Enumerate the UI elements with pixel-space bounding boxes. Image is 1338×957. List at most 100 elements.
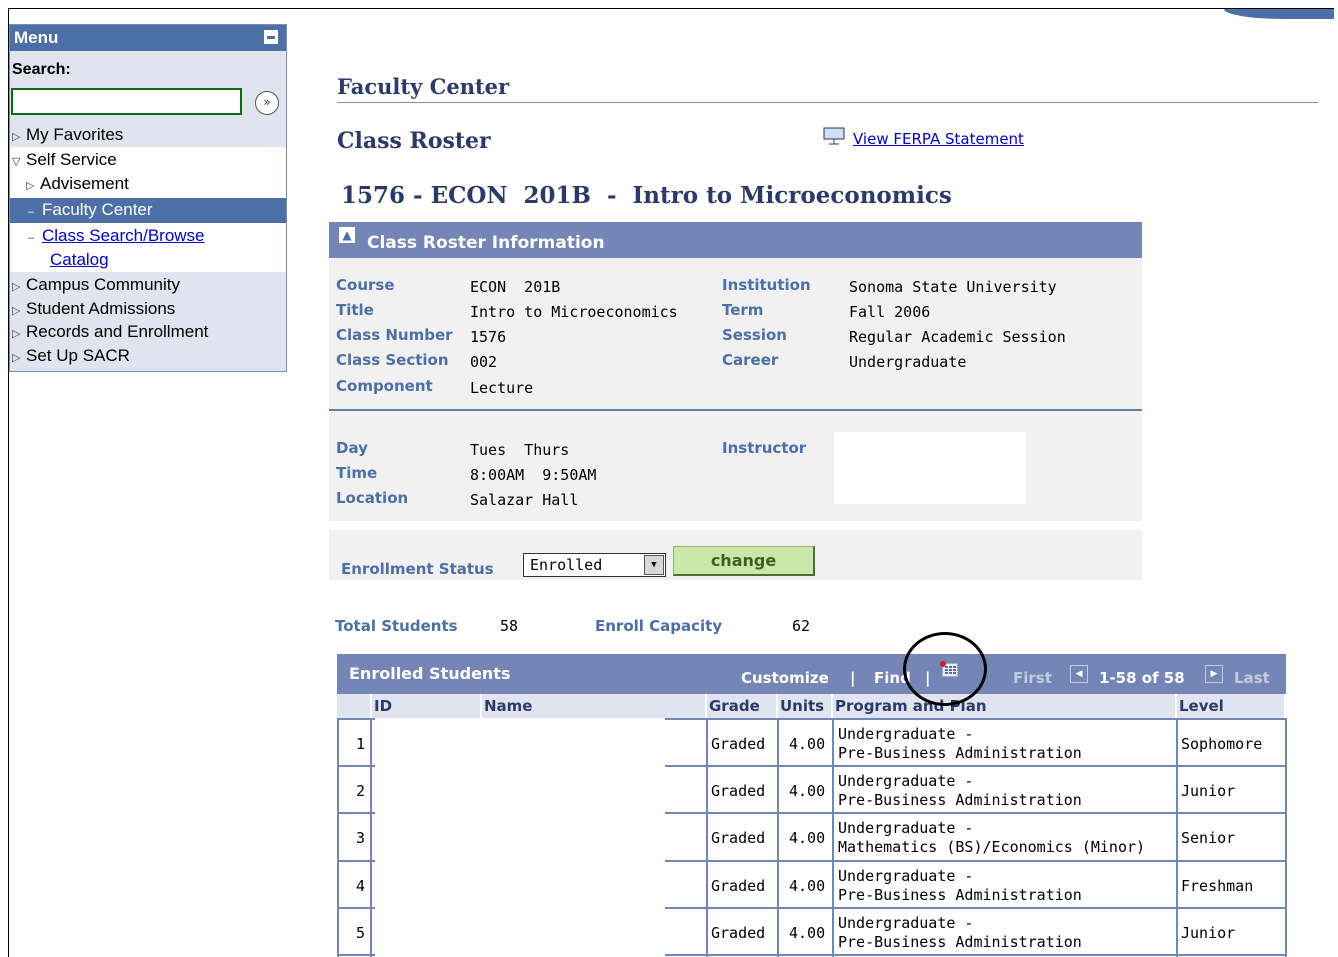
level-cell: Freshman — [1181, 877, 1254, 895]
enroll-capacity-label: Enroll Capacity — [595, 617, 723, 635]
instructor-value — [834, 432, 1026, 504]
collapse-icon[interactable]: ▲ — [339, 227, 355, 243]
program-cell: Undergraduate - — [838, 772, 974, 790]
grid-header: Enrolled Students Customize | Find | Fir… — [337, 654, 1286, 694]
annotation-circle — [903, 632, 987, 706]
course-label: Course — [336, 276, 395, 294]
class-number-value: 1576 — [470, 328, 507, 346]
class-section-value: 002 — [470, 353, 498, 371]
row-number: 2 — [356, 782, 366, 800]
units-cell: 4.00 — [789, 782, 826, 800]
level-cell: Junior — [1181, 924, 1236, 942]
column-header-program[interactable]: Program and Plan — [833, 694, 1177, 718]
grid-title: Enrolled Students — [349, 664, 511, 683]
menu-item-class-search[interactable]: – Class Search/Browse — [28, 226, 205, 246]
units-cell: 4.00 — [789, 829, 826, 847]
time-label: Time — [336, 464, 378, 482]
enrollment-status-value: Enrolled — [530, 556, 603, 574]
day-label: Day — [336, 439, 368, 457]
plan-cell: Pre-Business Administration — [838, 744, 1082, 762]
column-header-id[interactable]: ID — [372, 694, 482, 718]
page-title: Class Roster — [337, 128, 491, 154]
course-value: ECON 201B — [470, 278, 561, 296]
class-roster-info-header: ▲ Class Roster Information — [329, 222, 1142, 258]
grade-cell: Graded — [711, 735, 766, 753]
column-header-grade[interactable]: Grade — [707, 694, 778, 718]
session-value: Regular Academic Session — [849, 328, 1066, 346]
institution-label: Institution — [722, 276, 811, 294]
column-divider — [1176, 718, 1178, 957]
title-value: Intro to Microeconomics — [470, 303, 678, 321]
menu-item-records-enrollment[interactable]: ▷ Records and Enrollment — [12, 322, 208, 342]
row-number: 5 — [356, 924, 366, 942]
term-value: Fall 2006 — [849, 303, 931, 321]
location-value: Salazar Hall — [470, 491, 579, 509]
menu-item-catalog[interactable]: Catalog — [50, 250, 109, 270]
menu-item-self-service[interactable]: ▽ Self Service — [12, 150, 117, 170]
enrollment-status-label: Enrollment Status — [341, 560, 494, 578]
triangle-right-icon: ▷ — [26, 180, 35, 192]
presentation-icon — [823, 127, 845, 145]
class-number-label: Class Number — [336, 326, 453, 344]
menu-item-advisement[interactable]: ▷ Advisement — [26, 174, 129, 194]
change-button[interactable]: change — [673, 546, 815, 576]
previous-icon[interactable]: ◀ — [1070, 665, 1088, 683]
column-divider — [337, 718, 339, 957]
menu-header: Menu — [10, 25, 286, 51]
units-cell: 4.00 — [789, 877, 826, 895]
column-header-name[interactable]: Name — [482, 694, 707, 718]
menu-item-faculty-center[interactable]: – Faculty Center — [28, 200, 153, 220]
ferpa-link[interactable]: View FERPA Statement — [853, 130, 1024, 148]
menu-item-setup-sacr[interactable]: ▷ Set Up SACR — [12, 346, 130, 366]
grid-separator: | — [850, 669, 856, 687]
total-students-value: 58 — [500, 617, 519, 635]
grade-cell: Graded — [711, 829, 766, 847]
level-cell: Sophomore — [1181, 735, 1263, 753]
grade-cell: Graded — [711, 782, 766, 800]
career-value: Undergraduate — [849, 353, 967, 371]
menu-item-campus-community[interactable]: ▷ Campus Community — [12, 275, 180, 295]
program-cell: Undergraduate - — [838, 914, 974, 932]
minimize-icon[interactable] — [264, 30, 278, 44]
institution-value: Sonoma State University — [849, 278, 1057, 296]
section-title: Class Roster Information — [367, 233, 605, 253]
column-header-units[interactable]: Units — [778, 694, 833, 718]
career-label: Career — [722, 351, 779, 369]
title-label: Title — [336, 301, 374, 319]
search-input[interactable] — [11, 88, 242, 115]
menu-item-my-favorites[interactable]: ▷ My Favorites — [12, 125, 123, 145]
session-label: Session — [722, 326, 787, 344]
last-link[interactable]: Last — [1234, 669, 1270, 687]
column-header-level[interactable]: Level — [1177, 694, 1286, 718]
row-number: 4 — [356, 877, 366, 895]
search-label: Search: — [12, 61, 71, 78]
total-students-label: Total Students — [335, 617, 458, 635]
customize-link[interactable]: Customize — [741, 669, 829, 687]
corner-decoration — [1224, 9, 1334, 19]
column-divider — [1285, 718, 1287, 957]
grade-cell: Graded — [711, 877, 766, 895]
chevron-down-icon[interactable]: ▼ — [644, 555, 664, 575]
next-icon[interactable]: ▶ — [1205, 665, 1223, 683]
column-divider — [777, 718, 779, 957]
dash-icon: – — [28, 206, 35, 218]
header-rule — [337, 102, 1318, 103]
menu-title: Menu — [14, 28, 59, 47]
search-go-icon[interactable]: » — [255, 91, 279, 115]
component-value: Lecture — [470, 379, 534, 397]
row-number: 3 — [356, 829, 366, 847]
enrollment-status-select[interactable]: Enrolled ▼ — [523, 553, 666, 577]
menu-item-student-admissions[interactable]: ▷ Student Admissions — [12, 299, 175, 319]
plan-cell: Pre-Business Administration — [838, 886, 1082, 904]
plan-cell: Pre-Business Administration — [838, 933, 1082, 951]
program-cell: Undergraduate - — [838, 867, 974, 885]
first-link[interactable]: First — [1013, 669, 1052, 687]
level-cell: Senior — [1181, 829, 1236, 847]
program-cell: Undergraduate - — [838, 819, 974, 837]
triangle-right-icon: ▷ — [12, 305, 21, 317]
column-divider — [370, 718, 372, 957]
triangle-right-icon: ▷ — [12, 352, 21, 364]
column-divider — [832, 718, 834, 957]
day-value: Tues Thurs — [470, 441, 570, 459]
location-label: Location — [336, 489, 409, 507]
